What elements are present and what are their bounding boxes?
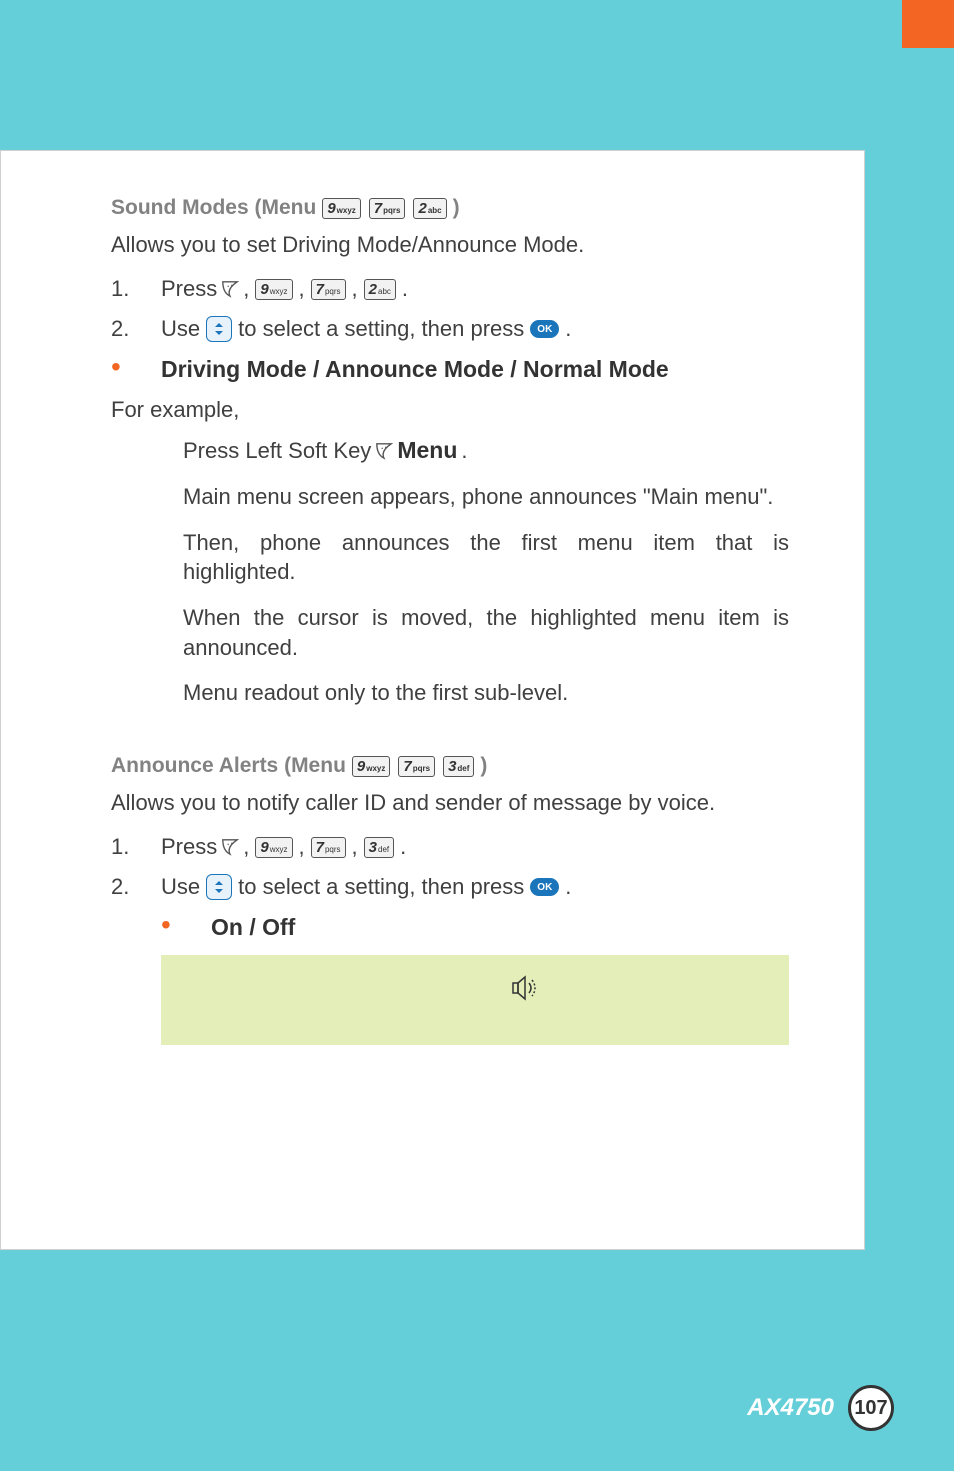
- step-number: 1.: [111, 276, 161, 302]
- for-example-label: For example,: [111, 397, 789, 423]
- content-panel: Sound Modes (Menu 9wxyz 7pqrs 2abc ) All…: [0, 150, 865, 1250]
- example-line-1: Press Left Soft Key Menu.: [183, 435, 789, 466]
- heading-text: Announce Alerts (Menu: [111, 754, 346, 778]
- left-softkey-icon: [221, 838, 239, 856]
- heading-text-end: ): [453, 196, 460, 220]
- section2-intro: Allows you to notify caller ID and sende…: [111, 790, 789, 816]
- key-2: 2abc: [364, 279, 396, 300]
- ex1-c: .: [461, 436, 467, 466]
- step1-label: Press: [161, 276, 217, 302]
- step-number: 2.: [111, 874, 161, 900]
- page-number: 107: [848, 1385, 894, 1431]
- key-3: 3def: [443, 756, 474, 777]
- chapter-tab: [902, 0, 954, 48]
- ok-key-icon: OK: [530, 320, 559, 338]
- nav-updown-icon: [206, 316, 232, 342]
- step2-c: .: [565, 316, 571, 342]
- note-box: [161, 955, 789, 1045]
- section-heading-announce-alerts: Announce Alerts (Menu 9wxyz 7pqrs 3def ): [111, 754, 789, 778]
- step2-a: Use: [161, 874, 200, 900]
- options-text: On / Off: [211, 914, 295, 941]
- step2-a: Use: [161, 316, 200, 342]
- section2-step2: 2. Use to select a setting, then press O…: [111, 874, 789, 900]
- step2-c: .: [565, 874, 571, 900]
- ex1-menu: Menu: [397, 435, 457, 466]
- speaker-icon: [510, 973, 540, 1008]
- nav-updown-icon: [206, 874, 232, 900]
- key-7: 7pqrs: [311, 837, 346, 858]
- key-9: 9wxyz: [322, 198, 360, 219]
- ok-key-icon: OK: [530, 878, 559, 896]
- example-line-5: Menu readout only to the first sub-level…: [183, 678, 789, 708]
- key-7: 7pqrs: [311, 279, 346, 300]
- key-9: 9wxyz: [352, 756, 390, 777]
- left-softkey-icon: [221, 280, 239, 298]
- example-line-3: Then, phone announces the first menu ite…: [183, 528, 789, 587]
- section1-intro: Allows you to set Driving Mode/Announce …: [111, 232, 789, 258]
- key-2: 2abc: [413, 198, 446, 219]
- ex1-a: Press Left Soft Key: [183, 436, 371, 466]
- page-footer: AX4750 107: [747, 1385, 894, 1431]
- options-bullet: • On / Off: [111, 914, 789, 941]
- step-number: 2.: [111, 316, 161, 342]
- modes-bullet: • Driving Mode / Announce Mode / Normal …: [111, 356, 789, 383]
- section-heading-sound-modes: Sound Modes (Menu 9wxyz 7pqrs 2abc ): [111, 196, 789, 220]
- step-number: 1.: [111, 834, 161, 860]
- heading-text-end: ): [480, 754, 487, 778]
- key-9: 9wxyz: [255, 837, 292, 858]
- key-7: 7pqrs: [369, 198, 406, 219]
- section1-step1: 1. Press , 9wxyz , 7pqrs , 2abc .: [111, 276, 789, 302]
- key-9: 9wxyz: [255, 279, 292, 300]
- example-line-4: When the cursor is moved, the highlighte…: [183, 603, 789, 662]
- model-label: AX4750: [747, 1394, 834, 1422]
- bullet-icon: •: [111, 356, 161, 378]
- step2-b: to select a setting, then press: [238, 316, 524, 342]
- heading-text: Sound Modes (Menu: [111, 196, 316, 220]
- bullet-icon: •: [161, 914, 211, 936]
- step1-label: Press: [161, 834, 217, 860]
- section2-step1: 1. Press , 9wxyz , 7pqrs , 3def .: [111, 834, 789, 860]
- example-line-2: Main menu screen appears, phone announce…: [183, 482, 789, 512]
- left-softkey-icon: [375, 442, 393, 460]
- section1-step2: 2. Use to select a setting, then press O…: [111, 316, 789, 342]
- step2-b: to select a setting, then press: [238, 874, 524, 900]
- key-3: 3def: [364, 837, 394, 858]
- modes-text: Driving Mode / Announce Mode / Normal Mo…: [161, 356, 669, 383]
- key-7: 7pqrs: [398, 756, 435, 777]
